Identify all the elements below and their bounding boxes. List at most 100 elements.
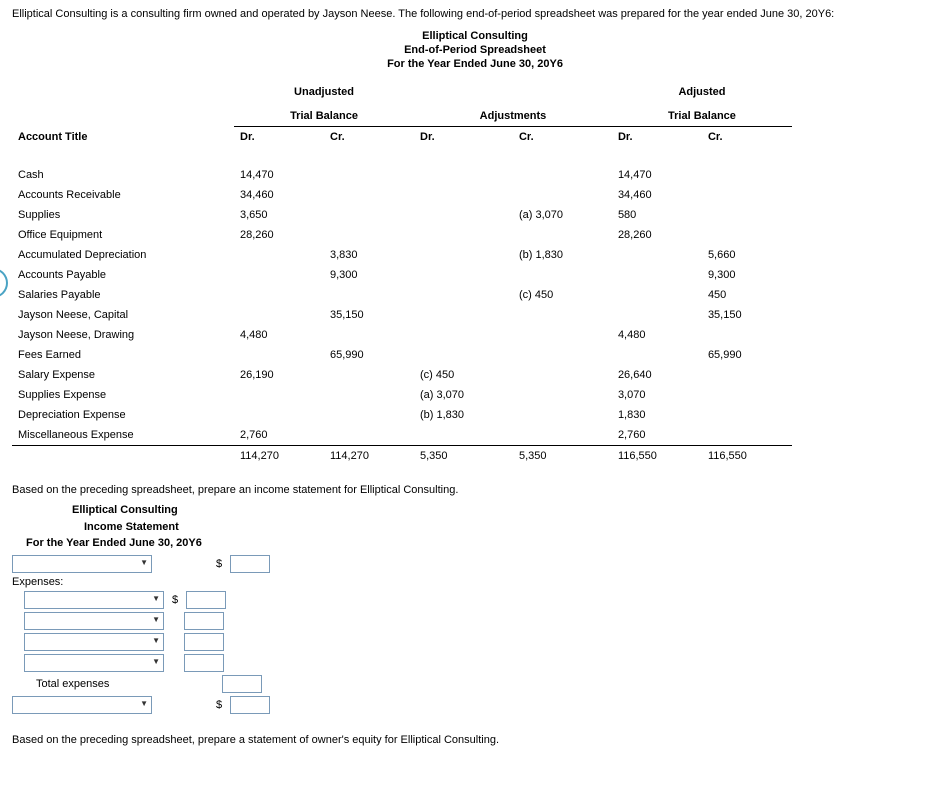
col-group-adjusted-2: Trial Balance — [612, 102, 792, 127]
expense-1-amount[interactable] — [186, 591, 226, 609]
total-unadj-cr: 114,270 — [324, 446, 414, 467]
col-account-title: Account Title — [12, 127, 234, 148]
expense-4-amount[interactable] — [184, 654, 224, 672]
intro-text: Elliptical Consulting is a consulting fi… — [12, 8, 938, 20]
cell — [324, 365, 414, 385]
sheet-company: Elliptical Consulting — [12, 30, 938, 42]
total-adj-cr: 116,550 — [702, 446, 792, 467]
cell — [513, 365, 612, 385]
net-income-select[interactable] — [12, 696, 152, 714]
table-row: Supplies3,650 (a) 3,070580 — [12, 205, 792, 225]
expenses-label: Expenses: — [12, 576, 63, 588]
cell — [414, 425, 513, 446]
question-1: Based on the preceding spreadsheet, prep… — [12, 484, 938, 496]
total-adjust-cr: 5,350 — [513, 446, 612, 467]
table-row: Jayson Neese, Capital35,15035,150 — [12, 305, 792, 325]
cell: (a) 3,070 — [513, 205, 612, 225]
cell: Miscellaneous Expense — [12, 425, 234, 446]
cell — [702, 385, 792, 405]
col-group-unadjusted: Unadjusted — [234, 78, 414, 102]
cell: 4,480 — [234, 325, 324, 345]
cell — [234, 405, 324, 425]
cell: 580 — [612, 205, 702, 225]
cell — [324, 165, 414, 185]
cell — [513, 265, 612, 285]
cell — [702, 185, 792, 205]
expense-2-amount[interactable] — [184, 612, 224, 630]
cell — [513, 305, 612, 325]
cell — [234, 245, 324, 265]
cell: Salary Expense — [12, 365, 234, 385]
table-row: Miscellaneous Expense2,7602,760 — [12, 425, 792, 446]
table-row: Supplies Expense(a) 3,0703,070 — [12, 385, 792, 405]
expense-1-select[interactable] — [24, 591, 164, 609]
cell: 65,990 — [324, 345, 414, 365]
cell — [702, 405, 792, 425]
expense-3-amount[interactable] — [184, 633, 224, 651]
cell — [702, 365, 792, 385]
cell — [513, 405, 612, 425]
cell — [513, 425, 612, 446]
expense-2-select[interactable] — [24, 612, 164, 630]
col-group-adjusted: Adjusted — [612, 78, 792, 102]
cell — [513, 325, 612, 345]
cell — [234, 345, 324, 365]
col-adjust-dr: Dr. — [414, 127, 513, 148]
col-unadj-dr: Dr. — [234, 127, 324, 148]
cell: 28,260 — [234, 225, 324, 245]
income-period: For the Year Ended June 30, 20Y6 — [26, 535, 938, 552]
total-adjust-dr: 5,350 — [414, 446, 513, 467]
cell: Office Equipment — [12, 225, 234, 245]
cell — [513, 345, 612, 365]
cell — [414, 265, 513, 285]
cell — [234, 385, 324, 405]
cell — [414, 245, 513, 265]
cell: Supplies — [12, 205, 234, 225]
total-expenses-amount[interactable] — [222, 675, 262, 693]
cell — [324, 205, 414, 225]
cell — [414, 205, 513, 225]
sheet-title: End-of-Period Spreadsheet — [12, 44, 938, 56]
page-edge-tab — [0, 268, 8, 298]
col-adj-dr: Dr. — [612, 127, 702, 148]
cell: Accounts Receivable — [12, 185, 234, 205]
revenue-account-select[interactable] — [12, 555, 152, 573]
cell — [324, 385, 414, 405]
dollar-sign: $ — [172, 594, 178, 606]
cell: 2,760 — [234, 425, 324, 446]
cell — [612, 265, 702, 285]
cell — [513, 165, 612, 185]
table-row: Jayson Neese, Drawing4,4804,480 — [12, 325, 792, 345]
cell — [234, 285, 324, 305]
sheet-period: For the Year Ended June 30, 20Y6 — [12, 58, 938, 70]
cell — [612, 285, 702, 305]
cell — [414, 345, 513, 365]
cell: Fees Earned — [12, 345, 234, 365]
cell: 9,300 — [702, 265, 792, 285]
table-row: Accounts Receivable34,46034,460 — [12, 185, 792, 205]
cell: 14,470 — [612, 165, 702, 185]
expense-4-select[interactable] — [24, 654, 164, 672]
revenue-amount-input[interactable] — [230, 555, 270, 573]
trial-balance-table: Unadjusted Adjusted Trial Balance Adjust… — [12, 78, 792, 466]
cell — [612, 305, 702, 325]
cell: 3,650 — [234, 205, 324, 225]
expense-3-select[interactable] — [24, 633, 164, 651]
dollar-sign: $ — [216, 558, 222, 570]
cell: Jayson Neese, Drawing — [12, 325, 234, 345]
cell — [612, 245, 702, 265]
cell: (b) 1,830 — [414, 405, 513, 425]
cell — [414, 225, 513, 245]
table-row: Salary Expense26,190(c) 45026,640 — [12, 365, 792, 385]
cell — [234, 305, 324, 325]
cell: 26,190 — [234, 365, 324, 385]
table-row: Fees Earned65,99065,990 — [12, 345, 792, 365]
cell: Jayson Neese, Capital — [12, 305, 234, 325]
net-income-amount[interactable] — [230, 696, 270, 714]
cell — [324, 325, 414, 345]
table-row: Accumulated Depreciation3,830(b) 1,8305,… — [12, 245, 792, 265]
total-unadj-dr: 114,270 — [234, 446, 324, 467]
cell — [513, 385, 612, 405]
income-company: Elliptical Consulting — [72, 502, 938, 519]
cell: Supplies Expense — [12, 385, 234, 405]
